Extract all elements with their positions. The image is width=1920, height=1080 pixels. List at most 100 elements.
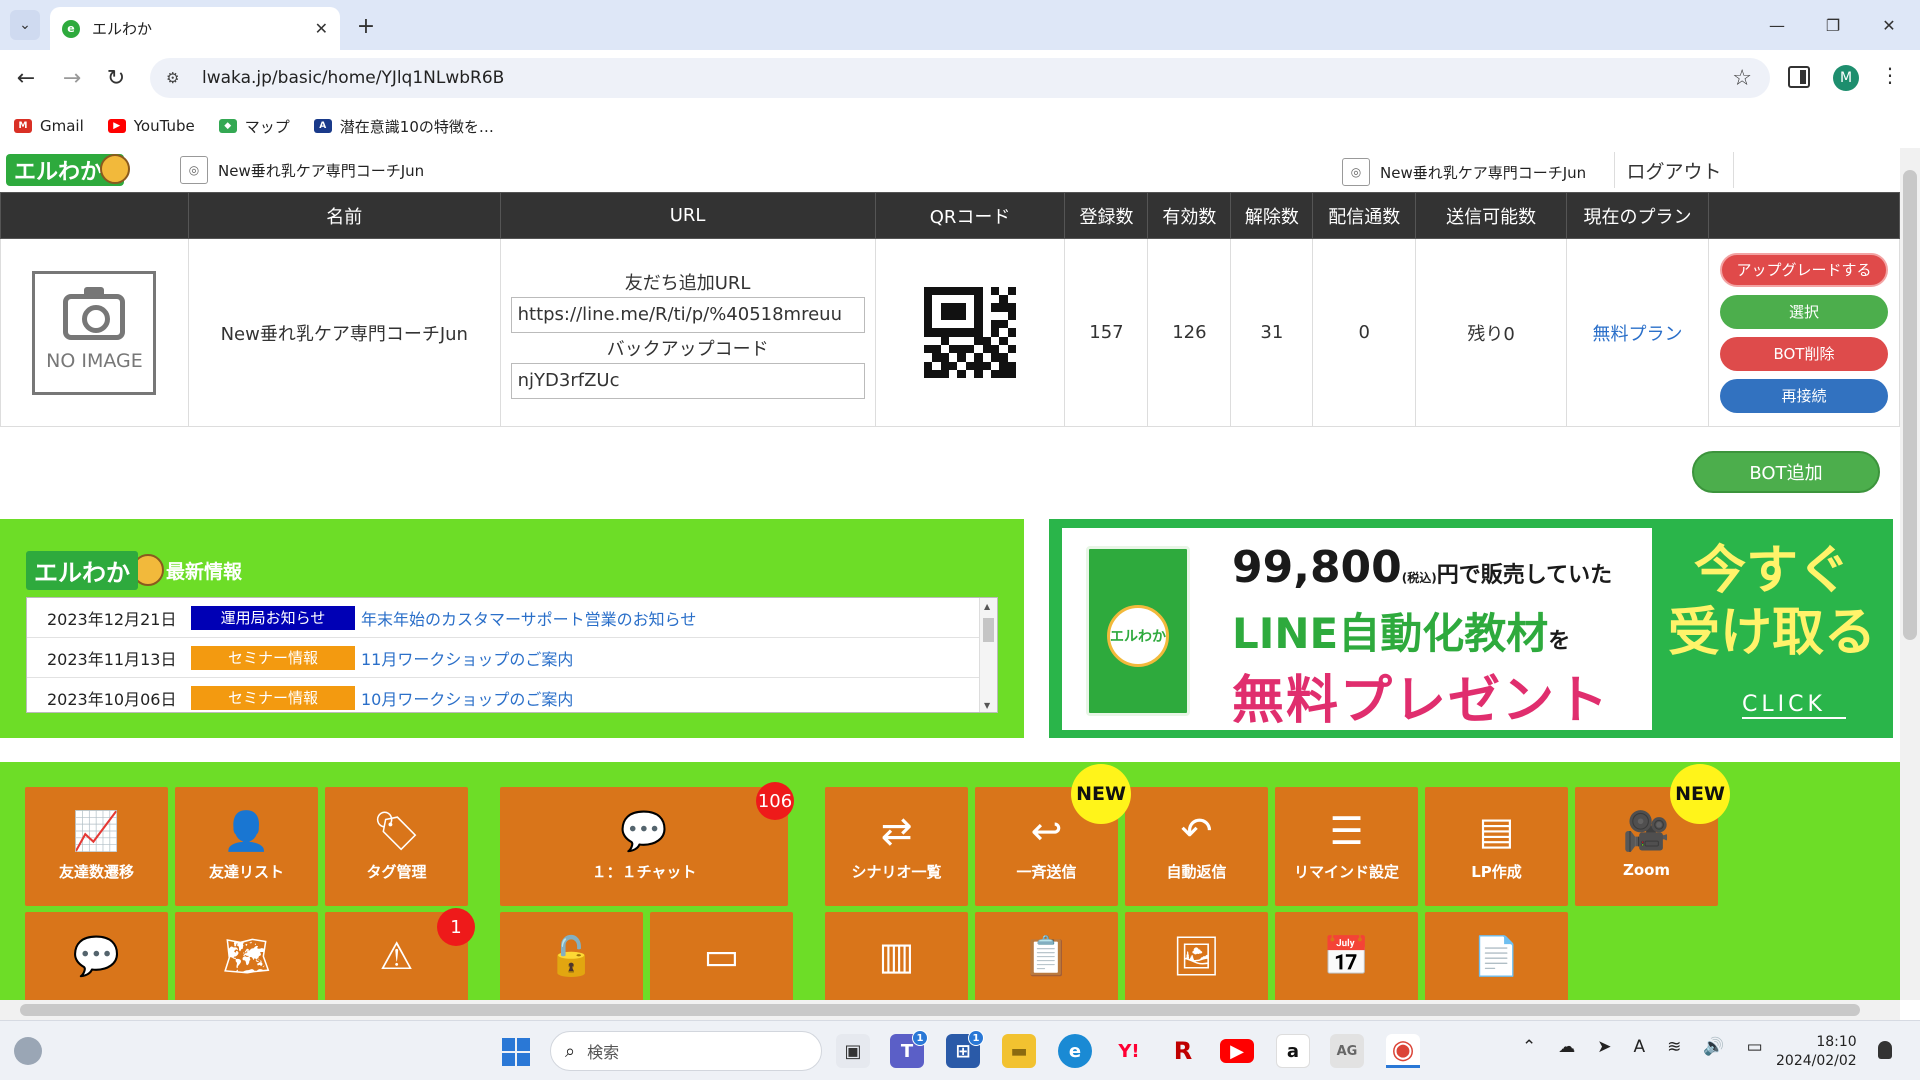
bookmark-label: Gmail (40, 117, 84, 135)
reload-button[interactable]: ↻ (100, 62, 132, 94)
bookmark-youtube[interactable]: ▶ YouTube (107, 117, 195, 135)
new-tab-button[interactable]: + (352, 12, 380, 40)
promo-free-line: 無料プレゼント (1232, 671, 1611, 731)
notification-bell-icon[interactable] (1878, 1041, 1892, 1059)
location-icon[interactable]: ➤ (1597, 1037, 1611, 1057)
amazon-icon[interactable]: a (1276, 1034, 1310, 1068)
menu-tile-documents[interactable]: 📄 (1425, 912, 1568, 1000)
menu-tile-card[interactable]: ▭ (650, 912, 793, 1000)
news-scrollbar[interactable]: ▲ ▼ (979, 598, 997, 712)
address-bar[interactable]: ⚙ lwaka.jp/basic/home/YJlq1NLwbR6B ☆ (150, 58, 1770, 98)
scrollbar-thumb[interactable] (1903, 170, 1917, 640)
friend-url-field[interactable] (510, 296, 865, 333)
youtube-icon[interactable]: ▶ (1220, 1039, 1254, 1063)
current-account[interactable]: ◎ New垂れ乳ケア専門コーチJun (180, 156, 424, 184)
bookmark-star-icon[interactable]: ☆ (1732, 66, 1752, 91)
bookmark-maps[interactable]: ◆ マップ (218, 116, 290, 137)
menu-tile-tags[interactable]: 🏷 タグ管理 (325, 787, 468, 906)
taskbar: ⌕ 検索 ▣ T 1 ⊞ 1 ▬ e Y! R ▶ a AG ◉ ⌃ ☁ ➤ A… (0, 1020, 1920, 1080)
menu-tile-columns[interactable]: ▥ (825, 912, 968, 1000)
menu-tile-lp-builder[interactable]: ▤ LP作成 (1425, 787, 1568, 906)
forward-button[interactable]: → (56, 62, 88, 94)
menu-tile-friend-list[interactable]: 👤 友達リスト (175, 787, 318, 906)
battery-icon[interactable]: ▭ (1747, 1037, 1763, 1057)
reconnect-button[interactable]: 再接続 (1719, 378, 1888, 413)
page-horizontal-scrollbar[interactable] (0, 1000, 1900, 1020)
promo-cta[interactable]: 今すぐ 受け取る (1662, 540, 1882, 664)
rakuten-icon[interactable]: R (1166, 1034, 1200, 1068)
promo-banner[interactable]: エルわか 99,800(税込)円で販売していた LINE自動化教材を 無料プレゼ… (1049, 519, 1893, 738)
tax-note: (税込) (1401, 571, 1437, 585)
menu-tile-scenarios[interactable]: ⇄ シナリオ一覧 (825, 787, 968, 906)
promo-click-label[interactable]: CLICK (1742, 692, 1846, 719)
menu-tile-unlock[interactable]: 🔓 (500, 912, 643, 1000)
account-switcher[interactable]: ◎ New垂れ乳ケア専門コーチJun (1342, 158, 1586, 186)
more-menu-icon[interactable]: ⋮ (1880, 63, 1900, 87)
menu-tile-images[interactable]: 🖼 (1125, 912, 1268, 1000)
chrome-icon[interactable]: ◉ (1386, 1034, 1420, 1068)
teams-icon[interactable]: T 1 (890, 1030, 928, 1068)
close-icon[interactable]: ✕ (315, 19, 328, 38)
menu-tile-comments[interactable]: 💬 (25, 912, 168, 1000)
volume-icon[interactable]: 🔊 (1703, 1037, 1724, 1057)
back-button[interactable]: ← (10, 62, 42, 94)
menu-tile-chat[interactable]: 💬 １：１チャット (500, 787, 788, 906)
menu-tile-auto-reply[interactable]: ↶ 自動返信 (1125, 787, 1268, 906)
minimize-button[interactable]: — (1754, 10, 1800, 40)
restore-button[interactable]: ❐ (1810, 10, 1856, 40)
yahoo-icon[interactable]: Y! (1112, 1034, 1146, 1068)
tile-label: 友達数遷移 (58, 863, 134, 881)
backup-code-field[interactable] (510, 362, 865, 399)
delete-bot-button[interactable]: BOT削除 (1719, 336, 1888, 371)
menu-tile-calendar[interactable]: 📅 (1275, 912, 1418, 1000)
clock[interactable]: 18:10 2024/02/02 (1776, 1033, 1857, 1071)
site-info-icon[interactable]: ⚙ (166, 69, 188, 87)
scrollbar-thumb[interactable] (983, 618, 994, 642)
menu-tile-reminders[interactable]: ☰ リマインド設定 (1275, 787, 1418, 906)
actions-cell: アップグレードする 選択 BOT削除 再接続 (1707, 238, 1900, 427)
promo-product-line: LINE自動化教材を (1232, 600, 1570, 661)
tab-title: エルわか (92, 20, 153, 38)
weather-widget-icon[interactable] (14, 1037, 42, 1065)
scrollbar-thumb[interactable] (20, 1004, 1860, 1016)
ag-app-icon[interactable]: AG (1330, 1034, 1364, 1068)
page-vertical-scrollbar[interactable] (1900, 148, 1920, 1000)
menu-tile-map[interactable]: 🗺 (175, 912, 318, 1000)
news-link[interactable]: 年末年始のカスタマーサポート営業のお知らせ (361, 606, 696, 630)
bookmark-article[interactable]: A 潜在意識10の特徴を… (313, 116, 494, 137)
user-icon: 👤 (222, 808, 271, 853)
active-tab[interactable]: e エルわか ✕ (50, 7, 340, 50)
taskbar-search[interactable]: ⌕ 検索 (550, 1031, 822, 1071)
tab-search-button[interactable]: ⌄ (10, 10, 40, 40)
edge-icon[interactable]: e (1058, 1034, 1092, 1068)
news-link[interactable]: 10月ワークショップのご案内 (361, 686, 573, 710)
list-item[interactable]: 2023年12月21日 運用局お知らせ 年末年始のカスタマーサポート営業のお知ら… (27, 598, 997, 638)
side-panel-icon[interactable] (1788, 66, 1810, 88)
start-button[interactable] (502, 1038, 530, 1066)
profile-avatar[interactable]: M (1833, 65, 1859, 91)
select-button[interactable]: 選択 (1719, 294, 1888, 329)
upgrade-button[interactable]: アップグレードする (1719, 252, 1888, 287)
store-icon[interactable]: ⊞ 1 (946, 1030, 984, 1068)
list-item[interactable]: 2023年11月13日 セミナー情報 11月ワークショップのご案内 (27, 638, 997, 678)
menu-tile-forms[interactable]: 📋 (975, 912, 1118, 1000)
list-item[interactable]: 2023年10月06日 セミナー情報 10月ワークショップのご案内 (27, 678, 997, 712)
file-explorer-icon[interactable]: ▬ (1002, 1034, 1036, 1068)
news-category-badge: セミナー情報 (191, 645, 355, 670)
menu-tile-friend-growth[interactable]: 📈 友達数遷移 (25, 787, 168, 906)
news-link[interactable]: 11月ワークショップのご案内 (361, 646, 573, 670)
window-close-button[interactable]: ✕ (1866, 10, 1912, 40)
ime-icon[interactable]: A (1634, 1037, 1646, 1057)
wifi-icon[interactable]: ≋ (1667, 1037, 1681, 1057)
app-logo[interactable]: エルわか (6, 154, 130, 186)
scroll-down-icon[interactable]: ▼ (984, 701, 990, 710)
current-plan-link[interactable]: 無料プラン (1592, 324, 1682, 345)
logout-button[interactable]: ログアウト (1614, 152, 1734, 188)
chevron-up-icon[interactable]: ⌃ (1522, 1037, 1536, 1057)
scroll-up-icon[interactable]: ▲ (984, 602, 990, 611)
book-logo: エルわか (1107, 605, 1169, 667)
bookmark-gmail[interactable]: M Gmail (14, 117, 84, 135)
add-bot-button[interactable]: BOT追加 (1692, 451, 1880, 493)
task-view-icon[interactable]: ▣ (836, 1034, 870, 1068)
cloud-icon[interactable]: ☁ (1558, 1037, 1575, 1057)
